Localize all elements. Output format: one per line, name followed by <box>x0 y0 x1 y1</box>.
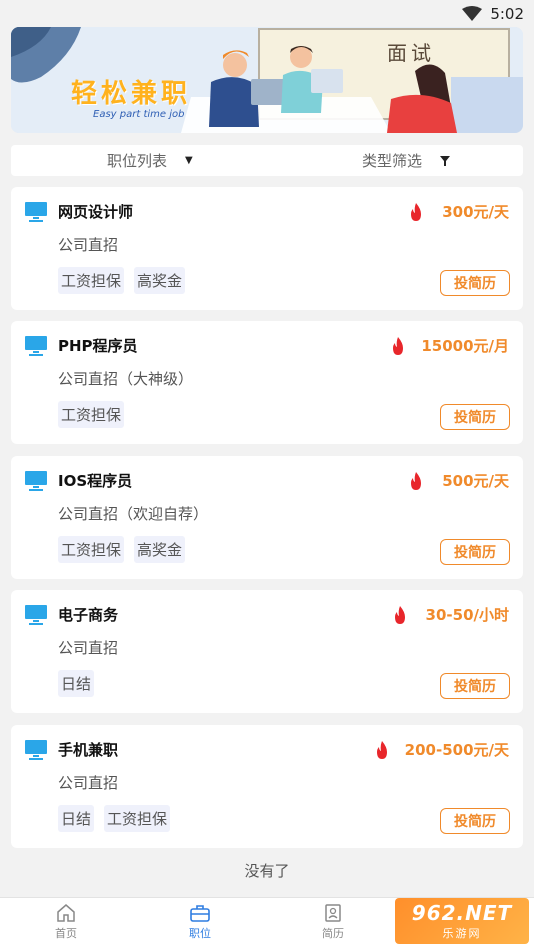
job-salary: 15000元/月 <box>421 337 509 355</box>
job-card[interactable]: 电子商务 30-50/小时 公司直招 日结 投简历 <box>11 590 523 713</box>
job-card[interactable]: 网页设计师 300元/天 公司直招 工资担保 高奖金 投简历 <box>11 187 523 310</box>
monitor-icon <box>25 605 47 625</box>
fire-icon <box>377 741 387 759</box>
type-filter-button[interactable]: 类型筛选 <box>362 150 451 171</box>
tab-home-label: 首页 <box>55 927 77 940</box>
job-tag: 高奖金 <box>134 536 186 563</box>
filter-funnel-icon <box>440 155 451 166</box>
job-list-dropdown[interactable]: 职位列表 ▼ <box>107 150 193 171</box>
apply-resume-button[interactable]: 投简历 <box>440 404 510 430</box>
job-card[interactable]: PHP程序员 15000元/月 公司直招（大神级） 工资担保 投简历 <box>11 321 523 444</box>
job-tag: 日结 <box>58 805 95 832</box>
job-title: 网页设计师 <box>58 203 134 221</box>
job-title: IOS程序员 <box>58 472 133 490</box>
wifi-icon <box>462 6 483 21</box>
job-tags: 日结 <box>58 670 95 697</box>
tab-home[interactable]: 首页 <box>36 904 96 941</box>
fire-icon <box>411 472 421 490</box>
banner-board-text: 面试 <box>387 41 435 65</box>
job-company: 公司直招（欢迎自荐） <box>58 505 209 523</box>
job-title: PHP程序员 <box>58 337 138 355</box>
monitor-icon <box>25 471 47 491</box>
caret-down-icon: ▼ <box>185 155 193 166</box>
monitor-icon <box>25 202 47 222</box>
job-tags: 工资担保 高奖金 <box>58 267 186 294</box>
job-tag: 高奖金 <box>134 267 186 294</box>
watermark-bottom: 乐游网 <box>442 927 482 940</box>
job-tags: 工资担保 <box>58 401 125 428</box>
tab-resume-label: 简历 <box>322 927 344 940</box>
banner-title: 轻松兼职 <box>71 79 192 109</box>
type-filter-label: 类型筛选 <box>362 152 423 170</box>
apply-resume-button[interactable]: 投简历 <box>440 270 510 296</box>
job-tags: 日结 工资担保 <box>58 805 171 832</box>
apply-resume-button[interactable]: 投简历 <box>440 539 510 565</box>
watermark-top: 962.NET <box>411 901 513 925</box>
job-tag: 工资担保 <box>58 536 125 563</box>
job-tag: 日结 <box>58 670 95 697</box>
resume-icon <box>325 904 341 922</box>
filter-bar: 职位列表 ▼ 类型筛选 <box>11 145 523 176</box>
job-company: 公司直招 <box>58 639 119 657</box>
job-tag: 工资担保 <box>104 805 171 832</box>
job-salary: 200-500元/天 <box>404 741 509 759</box>
job-company: 公司直招（大神级） <box>58 370 194 388</box>
job-tag: 工资担保 <box>58 401 125 428</box>
site-watermark-logo: 962.NET 乐游网 <box>395 898 529 944</box>
home-icon <box>57 904 75 922</box>
job-card[interactable]: 手机兼职 200-500元/天 公司直招 日结 工资担保 投简历 <box>11 725 523 848</box>
monitor-icon <box>25 740 47 760</box>
job-salary: 300元/天 <box>442 203 509 221</box>
fire-icon <box>393 337 403 355</box>
job-company: 公司直招 <box>58 236 119 254</box>
apply-resume-button[interactable]: 投简历 <box>440 808 510 834</box>
banner[interactable]: 轻松兼职 Easy part time job 面试 <box>11 27 523 133</box>
status-bar: 5:02 <box>0 0 534 28</box>
monitor-icon <box>25 336 47 356</box>
banner-subtitle: Easy part time job <box>93 109 185 120</box>
job-company: 公司直招 <box>58 774 119 792</box>
tab-jobs[interactable]: 职位 <box>170 904 230 941</box>
status-time: 5:02 <box>490 5 524 23</box>
apply-resume-button[interactable]: 投简历 <box>440 673 510 699</box>
job-card[interactable]: IOS程序员 500元/天 公司直招（欢迎自荐） 工资担保 高奖金 投简历 <box>11 456 523 579</box>
job-tag: 工资担保 <box>58 267 125 294</box>
no-more-text: 没有了 <box>244 862 290 880</box>
job-salary: 30-50/小时 <box>425 606 509 624</box>
job-list-label: 职位列表 <box>107 152 168 170</box>
job-tags: 工资担保 高奖金 <box>58 536 186 563</box>
tab-jobs-label: 职位 <box>189 927 211 940</box>
tab-resume[interactable]: 简历 <box>303 904 363 941</box>
fire-icon <box>411 203 421 221</box>
job-title: 手机兼职 <box>58 741 119 759</box>
job-title: 电子商务 <box>58 606 119 624</box>
briefcase-icon <box>190 905 210 922</box>
job-salary: 500元/天 <box>442 472 509 490</box>
fire-icon <box>395 606 405 624</box>
